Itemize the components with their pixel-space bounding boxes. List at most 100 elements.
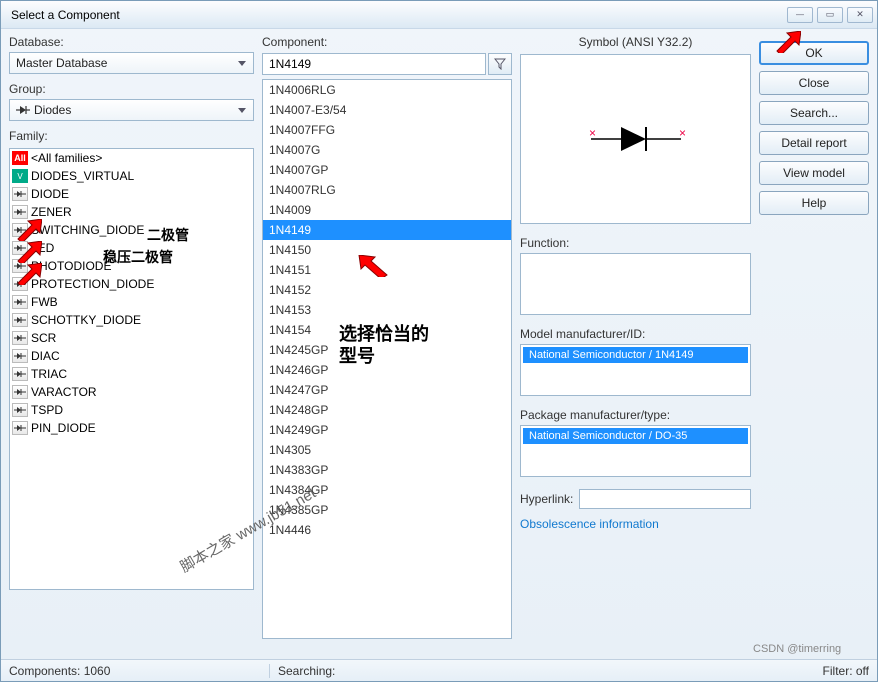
package-mfr-listbox[interactable]: National Semiconductor / DO-35 [520, 425, 751, 477]
family-item[interactable]: SWITCHING_DIODE [10, 221, 253, 239]
hyperlink-field[interactable] [579, 489, 751, 509]
component-item[interactable]: 1N4384GP [263, 480, 511, 500]
window-title: Select a Component [11, 8, 120, 22]
component-item[interactable]: 1N4007G [263, 140, 511, 160]
left-column: Database: Master Database Group: Diodes … [9, 35, 254, 653]
family-item-label: DIAC [31, 349, 60, 363]
family-item-label: DIODES_VIRTUAL [31, 169, 134, 183]
family-item[interactable]: PIN_DIODE [10, 419, 253, 437]
dialog-window: Select a Component Database: Master Data… [0, 0, 878, 682]
component-item[interactable]: 1N4151 [263, 260, 511, 280]
family-item-label: DIODE [31, 187, 69, 201]
family-item-label: <All families> [31, 151, 102, 165]
component-item[interactable]: 1N4305 [263, 440, 511, 460]
component-item[interactable]: 1N4383GP [263, 460, 511, 480]
detail-report-button[interactable]: Detail report [759, 131, 869, 155]
component-input[interactable] [262, 53, 486, 75]
component-item[interactable]: 1N4007-E3/54 [263, 100, 511, 120]
package-type-item[interactable]: National Semiconductor / DO-35 [523, 428, 748, 444]
family-item[interactable]: All<All families> [10, 149, 253, 167]
details-column: Symbol (ANSI Y32.2) × × Function: Model … [520, 35, 751, 653]
obsolescence-link[interactable]: Obsolescence information [520, 517, 751, 531]
family-item-label: ZENER [31, 205, 72, 219]
family-icon [12, 313, 28, 327]
close-window-button[interactable] [847, 7, 873, 23]
family-item[interactable]: DIAC [10, 347, 253, 365]
component-item[interactable]: 1N4152 [263, 280, 511, 300]
family-item[interactable]: SCR [10, 329, 253, 347]
family-item-label: LED [31, 241, 54, 255]
component-item[interactable]: 1N4154 [263, 320, 511, 340]
family-icon [12, 331, 28, 345]
family-item[interactable]: LED [10, 239, 253, 257]
family-icon [12, 259, 28, 273]
component-item[interactable]: 1N4009 [263, 200, 511, 220]
component-listbox[interactable]: 1N4006RLG1N4007-E3/541N4007FFG1N4007G1N4… [262, 79, 512, 639]
button-column: OK Close Search... Detail report View mo… [759, 35, 869, 653]
family-listbox[interactable]: All<All families>VDIODES_VIRTUALDIODEZEN… [9, 148, 254, 590]
filter-icon [494, 58, 506, 70]
family-item-label: PHOTODIODE [31, 259, 111, 273]
component-item[interactable]: 1N4246GP [263, 360, 511, 380]
family-item[interactable]: PROTECTION_DIODE [10, 275, 253, 293]
component-item[interactable]: 1N4245GP [263, 340, 511, 360]
help-button[interactable]: Help [759, 191, 869, 215]
status-components: Components: 1060 [9, 664, 269, 678]
family-item[interactable]: FWB [10, 293, 253, 311]
component-item[interactable]: 1N4446 [263, 520, 511, 540]
svg-text:×: × [589, 126, 596, 140]
family-icon [12, 277, 28, 291]
family-item[interactable]: VARACTOR [10, 383, 253, 401]
window-controls [787, 7, 873, 23]
component-item[interactable]: 1N4007FFG [263, 120, 511, 140]
family-item[interactable]: TRIAC [10, 365, 253, 383]
model-mfr-listbox[interactable]: National Semiconductor / 1N4149 [520, 344, 751, 396]
status-searching: Searching: [269, 664, 719, 678]
component-item[interactable]: 1N4153 [263, 300, 511, 320]
component-item[interactable]: 1N4385GP [263, 500, 511, 520]
family-item[interactable]: DIODE [10, 185, 253, 203]
family-icon [12, 421, 28, 435]
component-item[interactable]: 1N4249GP [263, 420, 511, 440]
family-icon [12, 223, 28, 237]
family-item[interactable]: ZENER [10, 203, 253, 221]
family-item-label: SCHOTTKY_DIODE [31, 313, 141, 327]
view-model-button[interactable]: View model [759, 161, 869, 185]
model-mfr-label: Model manufacturer/ID: [520, 327, 751, 341]
database-value: Master Database [16, 56, 107, 70]
family-item-label: SCR [31, 331, 56, 345]
diode-icon [16, 105, 30, 115]
status-filter: Filter: off [719, 664, 869, 678]
titlebar: Select a Component [1, 1, 877, 29]
ok-button[interactable]: OK [759, 41, 869, 65]
component-item[interactable]: 1N4248GP [263, 400, 511, 420]
component-item[interactable]: 1N4007RLG [263, 180, 511, 200]
model-id-item[interactable]: National Semiconductor / 1N4149 [523, 347, 748, 363]
component-label: Component: [262, 35, 512, 49]
group-label: Group: [9, 82, 254, 96]
component-item[interactable]: 1N4007GP [263, 160, 511, 180]
component-item[interactable]: 1N4006RLG [263, 80, 511, 100]
component-item[interactable]: 1N4150 [263, 240, 511, 260]
svg-text:×: × [679, 126, 686, 140]
family-icon [12, 349, 28, 363]
component-filter-button[interactable] [488, 53, 512, 75]
family-icon: All [12, 151, 28, 165]
family-item[interactable]: SCHOTTKY_DIODE [10, 311, 253, 329]
family-item[interactable]: TSPD [10, 401, 253, 419]
family-item-label: PIN_DIODE [31, 421, 96, 435]
family-item[interactable]: VDIODES_VIRTUAL [10, 167, 253, 185]
family-label: Family: [9, 129, 254, 143]
component-item[interactable]: 1N4149 [263, 220, 511, 240]
minimize-button[interactable] [787, 7, 813, 23]
family-item[interactable]: PHOTODIODE [10, 257, 253, 275]
close-button[interactable]: Close [759, 71, 869, 95]
group-select[interactable]: Diodes [9, 99, 254, 121]
statusbar: Components: 1060 Searching: Filter: off [1, 659, 877, 681]
database-select[interactable]: Master Database [9, 52, 254, 74]
family-item-label: TRIAC [31, 367, 67, 381]
maximize-button[interactable] [817, 7, 843, 23]
component-item[interactable]: 1N4247GP [263, 380, 511, 400]
search-button[interactable]: Search... [759, 101, 869, 125]
family-icon [12, 295, 28, 309]
